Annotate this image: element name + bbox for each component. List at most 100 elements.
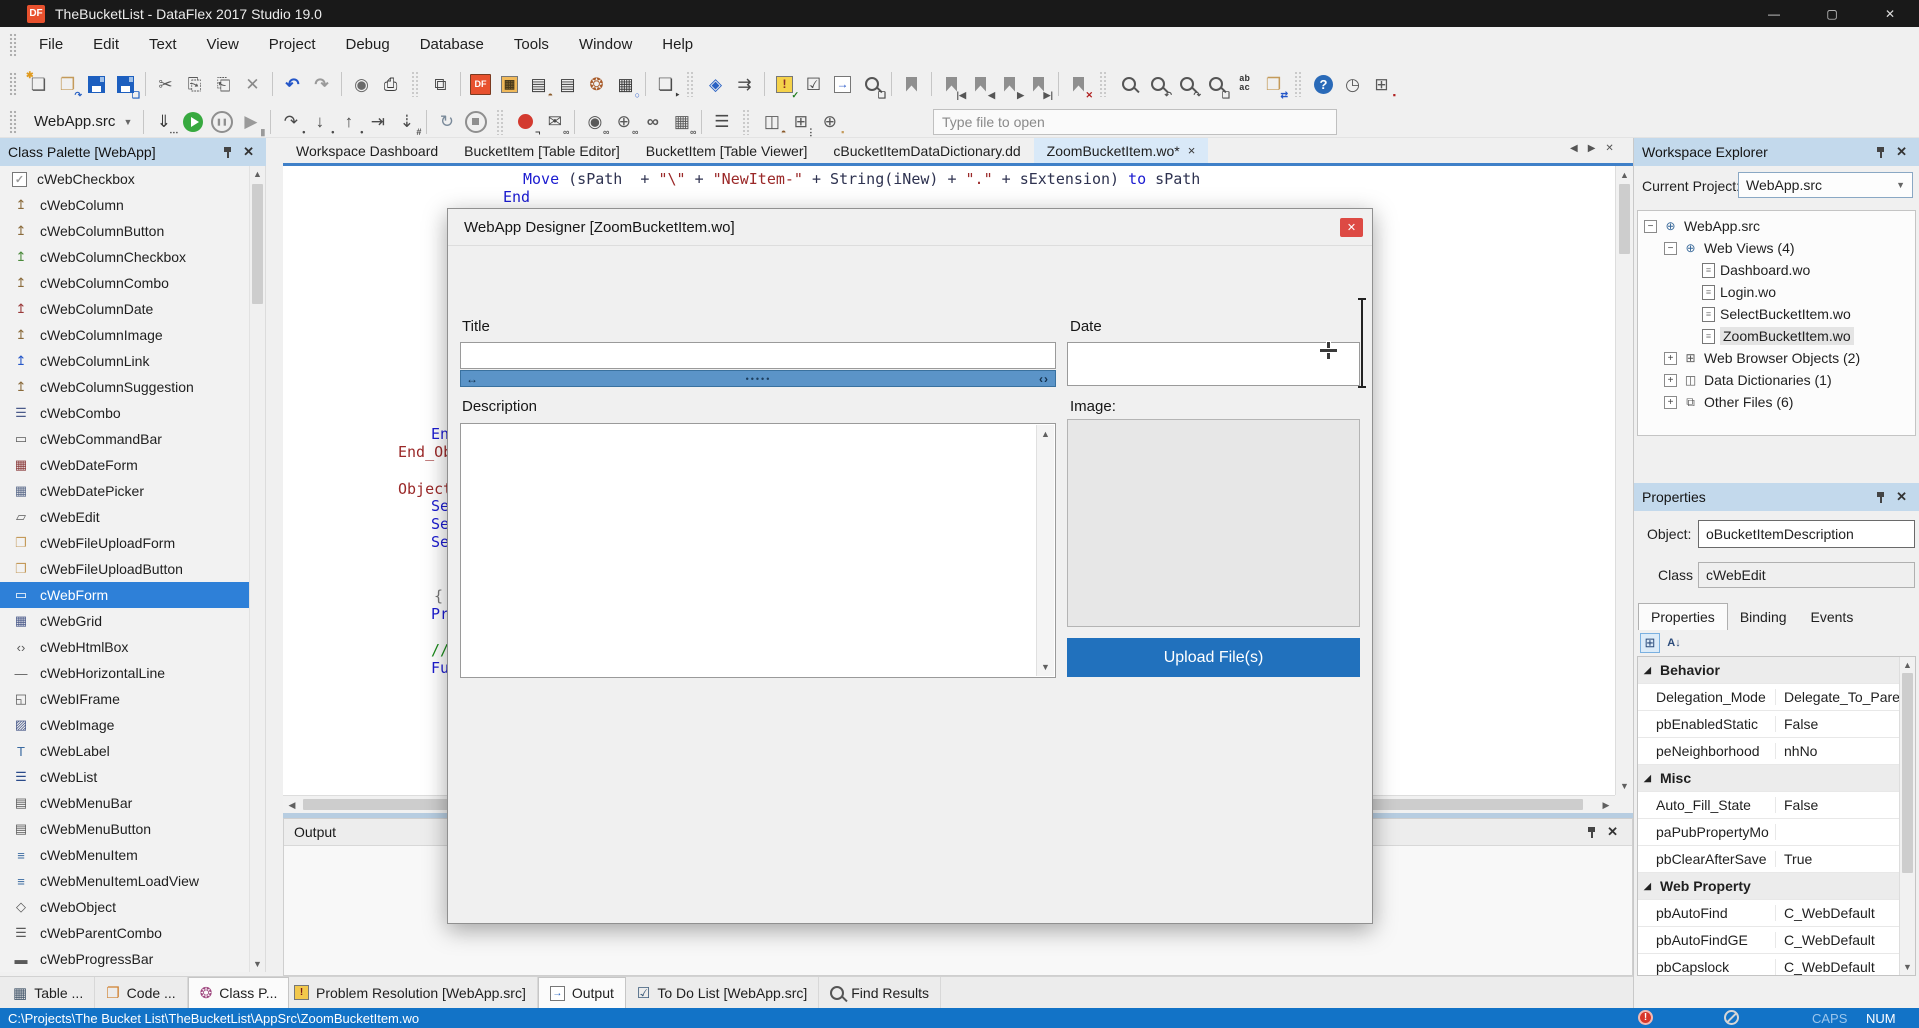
table-viewer-button[interactable]: ▦○ — [612, 71, 639, 98]
cut-button[interactable]: ✂ — [152, 71, 179, 98]
property-value[interactable]: Delegate_To_Parent — [1776, 689, 1915, 705]
close-icon[interactable]: ✕ — [1896, 489, 1907, 505]
locate-web-object-button[interactable]: ⊕∞ — [610, 108, 637, 135]
toolbar-grip[interactable] — [1099, 71, 1108, 97]
open-file-button[interactable]: ❐↷ — [54, 71, 81, 98]
property-value[interactable]: False — [1776, 716, 1915, 732]
step-out-button[interactable]: ↑• — [335, 108, 362, 135]
save-button[interactable] — [83, 71, 110, 98]
upload-files-button[interactable]: Upload File(s) — [1067, 638, 1360, 677]
dialog-title-bar[interactable]: WebApp Designer [ZoomBucketItem.wo] ✕ — [448, 209, 1372, 246]
restart-button[interactable]: ↻ — [433, 108, 460, 135]
object-name-field[interactable]: oBucketItemDescription — [1698, 520, 1915, 548]
title-input[interactable] — [460, 342, 1056, 369]
undo-button[interactable]: ↶ — [279, 71, 306, 98]
toolbar-grip[interactable] — [9, 72, 17, 96]
toggle-bookmark-button[interactable] — [898, 71, 925, 98]
class-palette-item[interactable]: ‹›cWebHtmlBox — [0, 634, 265, 660]
toolbar-grip[interactable] — [496, 109, 505, 135]
tree-item[interactable]: ≡ZoomBucketItem.wo — [1638, 325, 1915, 347]
step-into-button[interactable]: ↓• — [306, 108, 333, 135]
doc-tab-bucketitem-table-editor[interactable]: BucketItem [Table Editor] — [451, 138, 633, 163]
class-palette-item[interactable]: ☰cWebList — [0, 764, 265, 790]
run-button[interactable] — [179, 108, 206, 135]
tree-item[interactable]: −⊕WebApp.src — [1638, 215, 1915, 237]
web-user-button[interactable]: ⊕▪ — [816, 108, 843, 135]
menu-project[interactable]: Project — [254, 36, 331, 53]
customize-button[interactable]: ⊞▪ — [1368, 71, 1395, 98]
class-palette-item[interactable]: ≡cWebMenuItem — [0, 842, 265, 868]
class-palette-item[interactable]: ↥cWebColumnDate — [0, 296, 265, 322]
first-bookmark-button[interactable]: |◀ — [938, 71, 965, 98]
property-row[interactable]: pbCapslockC_WebDefault — [1638, 954, 1915, 976]
expand-icon[interactable]: + — [1664, 396, 1677, 409]
property-row[interactable]: Auto_Fill_StateFalse — [1638, 792, 1915, 819]
close-icon[interactable]: ✕ — [243, 144, 254, 160]
tree-item[interactable]: +⧉Other Files (6) — [1638, 391, 1915, 413]
properties-tab-properties[interactable]: Properties — [1638, 603, 1728, 630]
tree-item[interactable]: +⊞Web Browser Objects (2) — [1638, 347, 1915, 369]
close-document-icon[interactable]: ✕ — [1605, 143, 1613, 154]
class-palette-item[interactable]: ↥cWebColumnCombo — [0, 270, 265, 296]
class-palette-item[interactable]: ▦cWebDatePicker — [0, 478, 265, 504]
class-palette-item[interactable]: TcWebLabel — [0, 738, 265, 764]
scroll-right-icon[interactable]: ▶ — [1601, 800, 1611, 811]
property-value[interactable]: False — [1776, 797, 1915, 813]
run-to-cursor-button[interactable]: ⇥ — [364, 108, 391, 135]
compare-files-button[interactable]: ❐⇄ — [1260, 71, 1287, 98]
toolbar-grip[interactable] — [411, 71, 420, 97]
toggle-source-button[interactable]: ❏‣ — [652, 71, 679, 98]
validate-button[interactable]: ☑ — [800, 71, 827, 98]
scrollbar-thumb[interactable] — [1619, 184, 1630, 254]
help-button[interactable]: ? — [1310, 71, 1337, 98]
tab-problem-resolution-webapp-src[interactable]: !Problem Resolution [WebApp.src] — [283, 977, 538, 1008]
file-open-search-input[interactable] — [933, 109, 1337, 135]
class-palette-item[interactable]: ▦cWebGrid — [0, 608, 265, 634]
doc-tab-cbucketitemdatadictionary-dd[interactable]: cBucketItemDataDictionary.dd — [820, 138, 1033, 163]
menu-window[interactable]: Window — [564, 36, 647, 53]
property-value[interactable]: True — [1776, 851, 1915, 867]
pin-icon[interactable] — [1586, 826, 1597, 839]
locate-object-button[interactable]: ◉∞ — [581, 108, 608, 135]
paste-button[interactable]: ⎗ — [210, 71, 237, 98]
class-palette-item[interactable]: ↥cWebColumnLink — [0, 348, 265, 374]
properties-tab-events[interactable]: Events — [1799, 604, 1866, 630]
menu-view[interactable]: View — [192, 36, 254, 53]
menu-file[interactable]: File — [24, 36, 78, 53]
run-application-button[interactable]: → — [829, 71, 856, 98]
scroll-down-icon[interactable]: ▼ — [1616, 781, 1633, 791]
pause-button[interactable]: ❚❚ — [208, 108, 235, 135]
toolbar-grip[interactable] — [686, 71, 695, 97]
tree-item[interactable]: +◫Data Dictionaries (1) — [1638, 369, 1915, 391]
find-next-button[interactable]: ↷ — [1173, 71, 1200, 98]
close-icon[interactable]: ✕ — [1896, 144, 1907, 160]
collapse-icon[interactable]: ◢ — [1644, 665, 1651, 676]
class-palette-item[interactable]: ◇cWebObject — [0, 894, 265, 920]
run-webapp-button[interactable]: ✉∞ — [541, 108, 568, 135]
sort-alphabetical-button[interactable]: A↓ — [1664, 633, 1684, 653]
class-palette-item[interactable]: ↥cWebColumnButton — [0, 218, 265, 244]
scroll-down-icon[interactable]: ▼ — [250, 959, 265, 969]
tab-output[interactable]: →Output — [538, 977, 626, 1008]
scroll-up-icon[interactable]: ▲ — [1900, 660, 1915, 670]
tab-find-results[interactable]: Find Results — [819, 977, 941, 1008]
property-row[interactable]: pbAutoFindC_WebDefault — [1638, 900, 1915, 927]
minimize-button[interactable]: — — [1745, 0, 1803, 27]
toggle-breakpoint-button[interactable]: ¬ — [512, 108, 539, 135]
scroll-up-icon[interactable]: ▲ — [250, 169, 265, 179]
toolbar-grip[interactable] — [742, 109, 751, 135]
database-table-button[interactable]: ◫◓ — [758, 108, 785, 135]
class-palette-item[interactable]: ↥cWebColumnImage — [0, 322, 265, 348]
class-palette-item[interactable]: —cWebHorizontalLine — [0, 660, 265, 686]
preview-view-button[interactable]: ∞ — [639, 108, 666, 135]
run-without-debugging-button[interactable]: ▶▮ — [237, 108, 264, 135]
collapse-icon[interactable]: − — [1644, 220, 1657, 233]
last-bookmark-button[interactable]: ▶| — [1025, 71, 1052, 98]
replace-button[interactable]: abac — [1231, 71, 1258, 98]
pin-icon[interactable] — [1875, 491, 1886, 504]
maximize-button[interactable]: ▢ — [1803, 0, 1861, 27]
editor-vertical-scrollbar[interactable]: ▲ ▼ — [1615, 166, 1633, 795]
class-palette-item[interactable]: ≡cWebMenuItemLoadView — [0, 868, 265, 894]
pin-icon[interactable] — [1875, 146, 1886, 159]
designer-splitter-handle[interactable]: ↔ ••••• ‹› — [460, 370, 1056, 387]
